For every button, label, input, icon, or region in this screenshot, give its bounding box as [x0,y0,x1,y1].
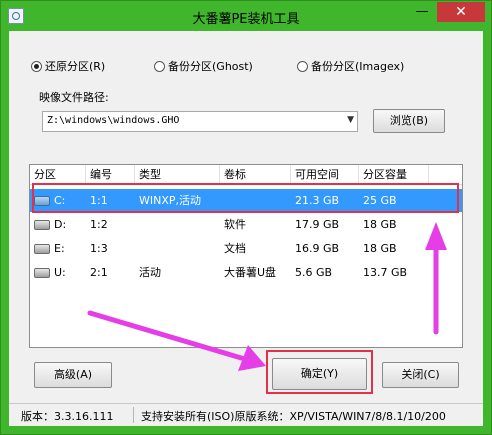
cell-type [135,213,220,236]
support-text: 支持安装所有(ISO)原版系统：XP/VISTA/WIN7/8/8.1/10/2… [141,410,446,423]
image-path-label: 映像文件路径: [39,91,109,104]
cell-size: 18 GB [363,242,397,255]
column-header-label[interactable]: 卷标 [220,165,291,184]
radio-dot-icon [31,60,42,72]
cell-label: 文档 [224,242,246,255]
radio-backup-imagex[interactable]: 备份分区(Imagex) [297,58,404,74]
status-divider [133,407,134,423]
column-header-type[interactable]: 类型 [135,165,220,184]
cell-label: 大番薯U盘 [224,266,277,279]
cell-number: 1:2 [90,218,108,231]
radio-label: 备份分区(Ghost) [168,60,253,73]
image-path-combobox[interactable]: Z:\windows\windows.GHO ▼ [42,111,358,132]
highlight-box-selected-row [32,183,459,213]
cell-type [135,237,220,260]
cell-free: 17.9 GB [295,218,340,231]
radio-dot-icon [154,60,165,72]
version-text: 版本：3.3.16.111 [21,410,114,423]
cell-drive: D: [54,218,67,231]
radio-label: 还原分区(R) [45,60,106,73]
cell-label: 软件 [224,218,246,231]
cell-free: 5.6 GB [295,266,333,279]
table-row[interactable]: U: 2:1 活动 大番薯U盘 5.6 GB 13.7 GB [30,261,462,284]
radio-dot-icon [297,60,308,72]
cell-size: 18 GB [363,218,397,231]
table-row[interactable]: E: 1:3 文档 16.9 GB 18 GB [30,237,462,260]
client-area: 还原分区(R) 备份分区(Ghost) 备份分区(Imagex) 映像文件路径:… [9,31,483,426]
close-button[interactable]: 关闭(C) [382,362,459,388]
column-header-free-space[interactable]: 可用空间 [291,165,359,184]
close-window-button[interactable]: ✕ [437,2,485,22]
table-header: 分区 编号 类型 卷标 可用空间 分区容量 [30,165,462,185]
radio-backup-ghost[interactable]: 备份分区(Ghost) [154,58,253,74]
browse-button[interactable]: 浏览(B) [373,109,445,133]
cell-drive: U: [54,266,66,279]
advanced-button[interactable]: 高级(A) [34,362,112,388]
cell-drive: E: [54,242,65,255]
column-header-size[interactable]: 分区容量 [359,165,429,184]
app-window: 大番薯PE装机工具 — ✕ 还原分区(R) 备份分区(Ghost) 备份分区(I… [0,0,492,435]
cell-free: 16.9 GB [295,242,340,255]
image-path-value: Z:\windows\windows.GHO [47,115,180,126]
column-header-partition[interactable]: 分区 [30,165,86,184]
radio-label: 备份分区(Imagex) [311,60,405,73]
radio-restore-partition[interactable]: 还原分区(R) [31,58,105,74]
cell-number: 2:1 [90,266,108,279]
cell-size: 13.7 GB [363,266,408,279]
highlight-box-ok-button [266,350,373,394]
cell-type: 活动 [139,266,161,279]
title-bar[interactable]: 大番薯PE装机工具 — ✕ [1,1,491,31]
cell-number: 1:3 [90,242,108,255]
minimize-button[interactable]: — [409,2,435,22]
column-header-number[interactable]: 编号 [86,165,135,184]
chevron-down-icon[interactable]: ▼ [347,115,354,125]
table-row[interactable]: D: 1:2 软件 17.9 GB 18 GB [30,213,462,236]
status-bar: 版本：3.3.16.111 支持安装所有(ISO)原版系统：XP/VISTA/W… [9,403,483,427]
